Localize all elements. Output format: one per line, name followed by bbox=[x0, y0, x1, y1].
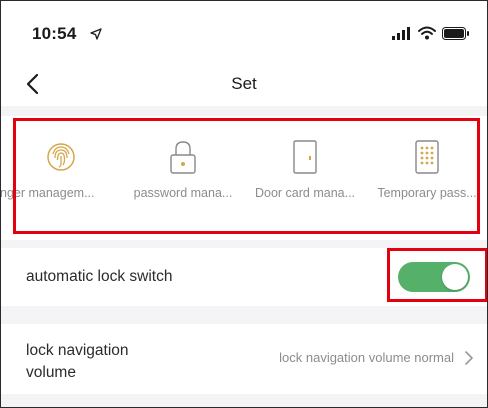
cellular-signal-icon bbox=[392, 26, 410, 40]
toggle-knob bbox=[442, 264, 468, 290]
location-arrow-icon bbox=[90, 28, 102, 40]
feature-label: password mana... bbox=[133, 186, 233, 200]
feature-label: Door card mana... bbox=[254, 186, 356, 200]
door-card-icon bbox=[293, 140, 317, 174]
lock-icon bbox=[170, 141, 196, 174]
navigation-volume-label: lock navigation volume bbox=[26, 342, 129, 381]
feature-fingerprint-management[interactable]: nger managem... bbox=[0, 116, 122, 240]
auto-lock-toggle[interactable] bbox=[398, 262, 470, 292]
feature-grid: nger managem... password mana... Door ca… bbox=[0, 116, 488, 240]
status-icons bbox=[392, 26, 470, 40]
auto-lock-label: automatic lock switch bbox=[26, 268, 173, 285]
fingerprint-icon bbox=[47, 143, 75, 171]
feature-label: Temporary pass... bbox=[377, 186, 477, 200]
status-bar: 10:54 bbox=[0, 0, 488, 64]
navigation-volume-value: lock navigation volume normal bbox=[279, 350, 454, 365]
navigation-bar: Set bbox=[0, 64, 488, 106]
battery-icon bbox=[442, 26, 469, 40]
page-title: Set bbox=[231, 74, 257, 93]
keypad-icon bbox=[415, 140, 439, 174]
feature-temporary-password[interactable]: Temporary pass... bbox=[366, 116, 488, 240]
feature-door-card-management[interactable]: Door card mana... bbox=[244, 116, 366, 240]
auto-lock-row: automatic lock switch bbox=[0, 248, 488, 306]
status-time: 10:54 bbox=[32, 24, 77, 43]
wifi-icon bbox=[418, 26, 436, 40]
chevron-right-icon bbox=[465, 351, 473, 365]
feature-password-management[interactable]: password mana... bbox=[122, 116, 244, 240]
feature-label: nger managem... bbox=[0, 186, 95, 200]
navigation-volume-row[interactable]: lock navigation volume lock navigation v… bbox=[0, 324, 488, 394]
